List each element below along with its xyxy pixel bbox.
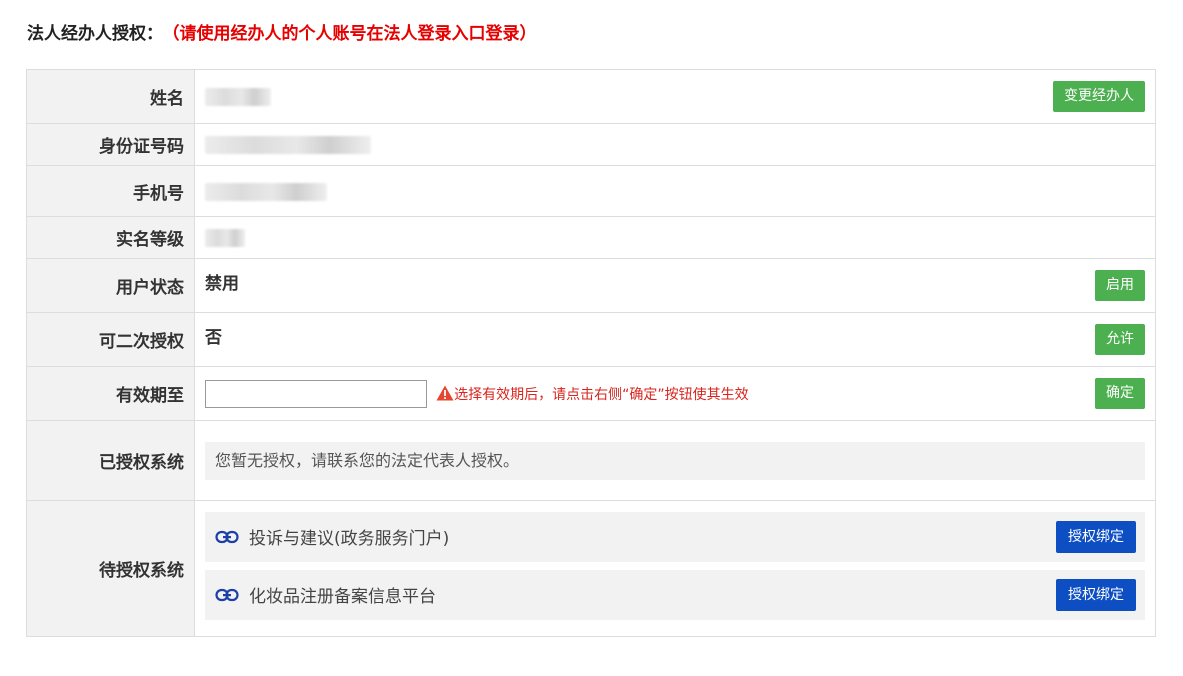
- label-user-status: 用户状态: [26, 258, 195, 313]
- label-valid-until: 有效期至: [26, 366, 195, 421]
- row-phone: 手机号: [26, 165, 1156, 217]
- value-valid-until: 选择有效期后，请点击右侧“确定”按钮使其生效 确定: [194, 366, 1156, 421]
- pending-system-name: 化妆品注册备案信息平台: [249, 587, 436, 607]
- valid-until-input[interactable]: [205, 379, 427, 408]
- reauthorize-text: 否: [205, 328, 222, 348]
- row-authorized-systems: 已授权系统 您暂无授权，请联系您的法定代表人授权。: [26, 420, 1156, 501]
- confirm-button[interactable]: 确定: [1095, 378, 1145, 409]
- pending-system-item: 投诉与建议(政务服务门户) 授权绑定: [205, 511, 1145, 562]
- link-icon: [215, 588, 239, 601]
- page: 法人经办人授权： （请使用经办人的个人账号在法人登录入口登录） 姓名 变更经办人 …: [0, 0, 1183, 676]
- link-icon: [215, 530, 239, 543]
- value-pending-systems: 投诉与建议(政务服务门户) 授权绑定 化妆品注册备案信息平台 授权绑定: [194, 500, 1156, 637]
- value-user-status: 禁用 启用: [194, 258, 1156, 313]
- page-heading: 法人经办人授权： （请使用经办人的个人账号在法人登录入口登录）: [27, 20, 537, 48]
- valid-until-warning: 选择有效期后，请点击右侧“确定”按钮使其生效: [436, 384, 749, 404]
- bind-authorization-button[interactable]: 授权绑定: [1056, 578, 1136, 611]
- pending-system-name: 投诉与建议(政务服务门户): [249, 529, 450, 549]
- label-authorized-systems: 已授权系统: [26, 420, 195, 501]
- masked-phone: [205, 182, 327, 201]
- label-id-number: 身份证号码: [26, 123, 195, 166]
- row-reauthorize: 可二次授权 否 允许: [26, 312, 1156, 367]
- row-user-status: 用户状态 禁用 启用: [26, 258, 1156, 313]
- row-auth-level: 实名等级: [26, 216, 1156, 259]
- masked-name: [205, 88, 271, 107]
- row-name: 姓名 变更经办人: [26, 69, 1156, 124]
- user-status-text: 禁用: [205, 274, 239, 294]
- change-agent-button[interactable]: 变更经办人: [1053, 81, 1145, 112]
- row-valid-until: 有效期至 选择有效期后，请点击右侧“确定”按钮使其生效 确定: [26, 366, 1156, 421]
- no-authorization-message: 您暂无授权，请联系您的法定代表人授权。: [205, 441, 1145, 480]
- masked-auth-level: [205, 229, 245, 248]
- enable-button[interactable]: 启用: [1095, 270, 1145, 301]
- masked-id-number: [205, 136, 371, 155]
- warning-text: 选择有效期后，请点击右侧“确定”按钮使其生效: [454, 386, 749, 403]
- value-name: 变更经办人: [194, 69, 1156, 124]
- row-id-number: 身份证号码: [26, 123, 1156, 166]
- value-reauthorize: 否 允许: [194, 312, 1156, 367]
- login-note: （请使用经办人的个人账号在法人登录入口登录）: [171, 24, 537, 44]
- row-pending-systems: 待授权系统 投诉与建议(政务服务门户) 授权绑定 化妆品注册备案信息平台 授权绑…: [26, 500, 1156, 637]
- label-name: 姓名: [26, 69, 195, 124]
- value-id-number: [194, 123, 1156, 166]
- value-auth-level: [194, 216, 1156, 259]
- allow-button[interactable]: 允许: [1095, 324, 1145, 355]
- pending-system-item: 化妆品注册备案信息平台 授权绑定: [205, 569, 1145, 620]
- label-auth-level: 实名等级: [26, 216, 195, 259]
- label-phone: 手机号: [26, 165, 195, 217]
- value-phone: [194, 165, 1156, 217]
- page-title: 法人经办人授权：: [27, 24, 163, 44]
- label-reauthorize: 可二次授权: [26, 312, 195, 367]
- label-pending-systems: 待授权系统: [26, 500, 195, 637]
- agent-info-table: 姓名 变更经办人 身份证号码 手机号 实名等级 用户状态 禁用 启用 可二次授权…: [26, 69, 1156, 637]
- value-authorized-systems: 您暂无授权，请联系您的法定代表人授权。: [194, 420, 1156, 501]
- bind-authorization-button[interactable]: 授权绑定: [1056, 520, 1136, 553]
- warning-triangle-icon: [436, 385, 454, 400]
